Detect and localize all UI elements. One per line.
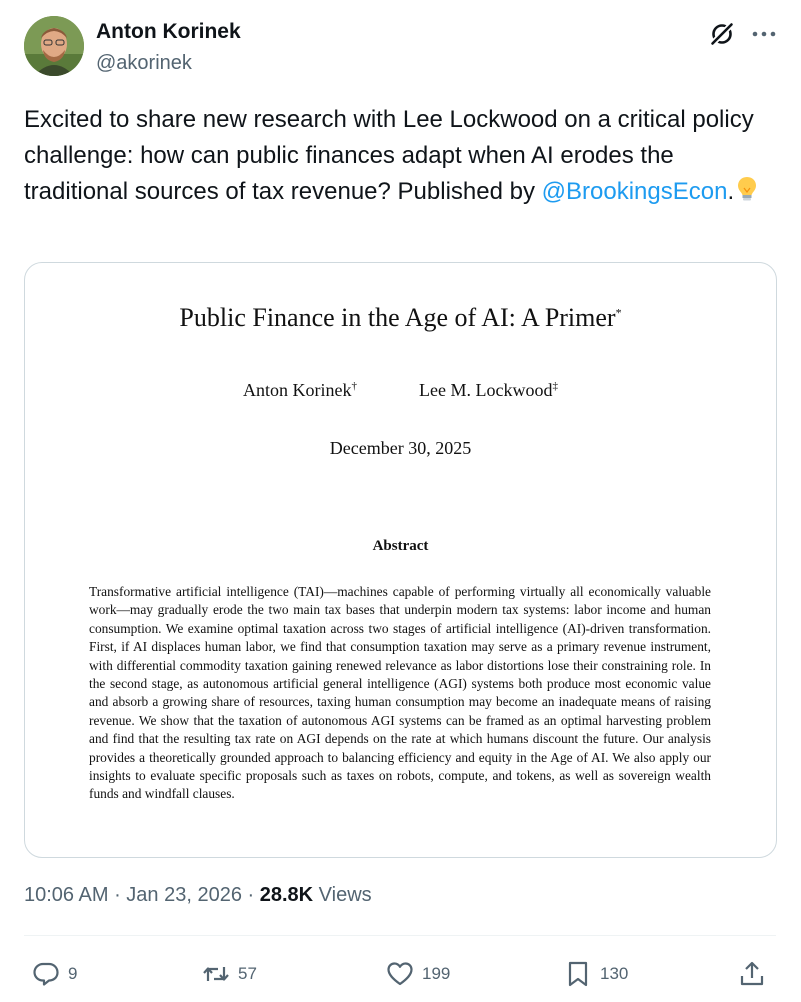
divider	[24, 935, 776, 936]
grok-icon[interactable]	[708, 20, 736, 48]
repost-icon	[203, 967, 229, 981]
mention-link[interactable]: @BrookingsEcon	[542, 178, 728, 205]
paper-author: Lee M. Lockwood‡	[419, 380, 558, 401]
views-label: Views	[313, 884, 372, 906]
tweet-text: Excited to share new research with Lee L…	[24, 102, 774, 210]
bookmark-count: 130	[600, 964, 629, 983]
heart-icon	[387, 962, 413, 986]
reply-count: 9	[68, 964, 78, 983]
reply-button[interactable]: 9	[32, 950, 77, 998]
paper-author-name: Lee M. Lockwood	[419, 380, 553, 400]
tweet-time[interactable]: 10:06 AM	[24, 884, 109, 906]
abstract-text: Transformative artificial intelligence (…	[89, 584, 711, 802]
reply-icon	[33, 962, 59, 986]
paper-date: December 30, 2025	[329, 438, 472, 458]
repost-button[interactable]: 57	[202, 950, 257, 998]
lightbulb-icon	[738, 177, 757, 201]
share-icon	[740, 961, 764, 986]
paper-author-mark: ‡	[552, 380, 558, 392]
like-button[interactable]: 199	[386, 950, 450, 998]
views-count: 28.8K	[259, 884, 314, 906]
paper-author-mark: †	[351, 380, 358, 392]
paper-author: Anton Korinek†	[243, 380, 357, 401]
repost-count: 57	[238, 964, 257, 983]
bookmark-button[interactable]: 130	[564, 950, 628, 998]
paper-author-name: Anton Korinek	[243, 380, 352, 400]
paper-title-text: Public Finance in the Age of AI: A Prime…	[179, 303, 616, 332]
more-options-icon[interactable]	[750, 22, 778, 46]
like-count: 199	[422, 964, 451, 983]
paper-title: Public Finance in the Age of AI: A Prime…	[25, 303, 776, 333]
tweet-meta: 10:06 AM · Jan 23, 2026 · 28.8K Views	[24, 884, 372, 907]
tweet-body-end: .	[727, 178, 735, 205]
share-button[interactable]	[738, 950, 766, 998]
tweet-header: Anton Korinek @akorinek	[24, 16, 777, 80]
meta-separator: ·	[241, 884, 260, 906]
tweet-date[interactable]: Jan 23, 2026	[126, 884, 242, 906]
avatar-image	[24, 16, 84, 76]
paper-preview-card[interactable]: Public Finance in the Age of AI: A Prime…	[24, 262, 777, 858]
avatar[interactable]	[24, 16, 84, 76]
paper-authors: Anton Korinek† Lee M. Lockwood‡	[25, 380, 776, 401]
bookmark-icon	[568, 961, 588, 987]
author-name[interactable]: Anton Korinek	[96, 20, 241, 44]
abstract-heading: Abstract	[372, 538, 429, 554]
paper-title-footnote-mark: *	[615, 305, 622, 320]
action-bar: 9 57 199 130	[24, 950, 776, 998]
author-handle[interactable]: @akorinek	[96, 52, 192, 75]
meta-separator: ·	[108, 884, 127, 906]
